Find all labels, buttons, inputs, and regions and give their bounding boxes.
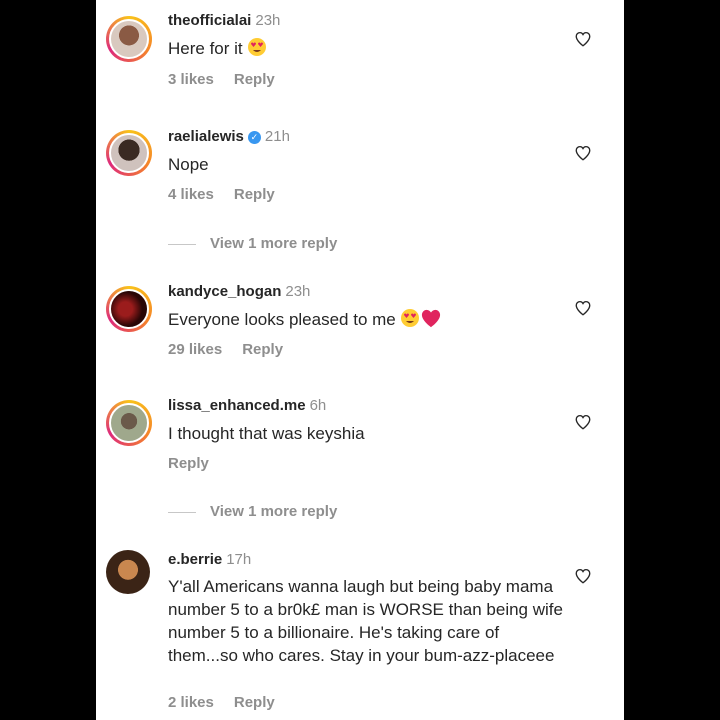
comment-actions: Reply [168,455,209,472]
avatar [106,550,150,594]
avatar-story-ring[interactable] [106,130,152,176]
username[interactable]: lissa_enhanced.me [168,397,306,414]
comment-header: kandyce_hogan 23h [168,283,310,300]
reply-button[interactable]: Reply [234,186,275,203]
comment-header: raelialewis ✓ 21h [168,128,290,145]
likes-count[interactable]: 2 likes [168,694,214,711]
heart-outline-icon[interactable] [574,299,592,317]
heart-outline-icon[interactable] [574,30,592,48]
timestamp: 23h [285,283,311,300]
reply-button[interactable]: Reply [168,455,209,472]
avatar [109,403,149,443]
likes-count[interactable]: 29 likes [168,341,222,358]
avatar-story-ring[interactable] [106,400,152,446]
heart-eyes-emoji-icon [247,37,267,63]
timestamp: 17h [226,551,252,568]
likes-count[interactable]: 3 likes [168,71,214,88]
avatar-story-ring[interactable] [106,286,152,332]
comments-panel: theofficialai 23h Here for it 3 likes Repl… [96,0,624,720]
timestamp: 23h [255,12,281,29]
username[interactable]: e.berrie [168,551,222,568]
comment-actions: 29 likes Reply [168,341,283,358]
timestamp: 21h [264,128,290,145]
red-heart-emoji-icon [420,308,442,334]
likes-count[interactable]: 4 likes [168,186,214,203]
view-more-replies[interactable]: View 1 more reply [168,235,337,252]
username[interactable]: theofficialai [168,12,251,29]
comment-header: lissa_enhanced.me 6h [168,397,326,414]
reply-button[interactable]: Reply [234,71,275,88]
avatar [109,19,149,59]
avatar [109,289,149,329]
view-more-replies[interactable]: View 1 more reply [168,503,337,520]
comment-header: e.berrie 17h [168,551,251,568]
comment-actions: 3 likes Reply [168,71,275,88]
heart-outline-icon[interactable] [574,567,592,585]
comment-actions: 4 likes Reply [168,186,275,203]
divider-line [168,243,196,245]
comment-actions: 2 likes Reply [168,694,275,711]
heart-outline-icon[interactable] [574,413,592,431]
comment-text: Y'all Americans wanna laugh but being ba… [168,577,563,665]
comment-text: I thought that was keyshia [168,424,365,443]
heart-outline-icon[interactable] [574,144,592,162]
heart-eyes-emoji-icon [400,308,420,334]
avatar-story-ring[interactable] [106,16,152,62]
timestamp: 6h [309,397,327,414]
reply-button[interactable]: Reply [234,694,275,711]
username[interactable]: raelialewis [168,128,244,145]
comment-header: theofficialai 23h [168,12,280,29]
avatar-container[interactable] [106,550,152,596]
comment-text: Here for it [168,37,563,63]
username[interactable]: kandyce_hogan [168,283,281,300]
avatar [109,133,149,173]
divider-line [168,511,196,513]
comment-text: Everyone looks pleased to me [168,308,563,334]
reply-button[interactable]: Reply [242,341,283,358]
verified-badge-icon: ✓ [247,131,261,144]
comment-text: Nope [168,155,209,174]
